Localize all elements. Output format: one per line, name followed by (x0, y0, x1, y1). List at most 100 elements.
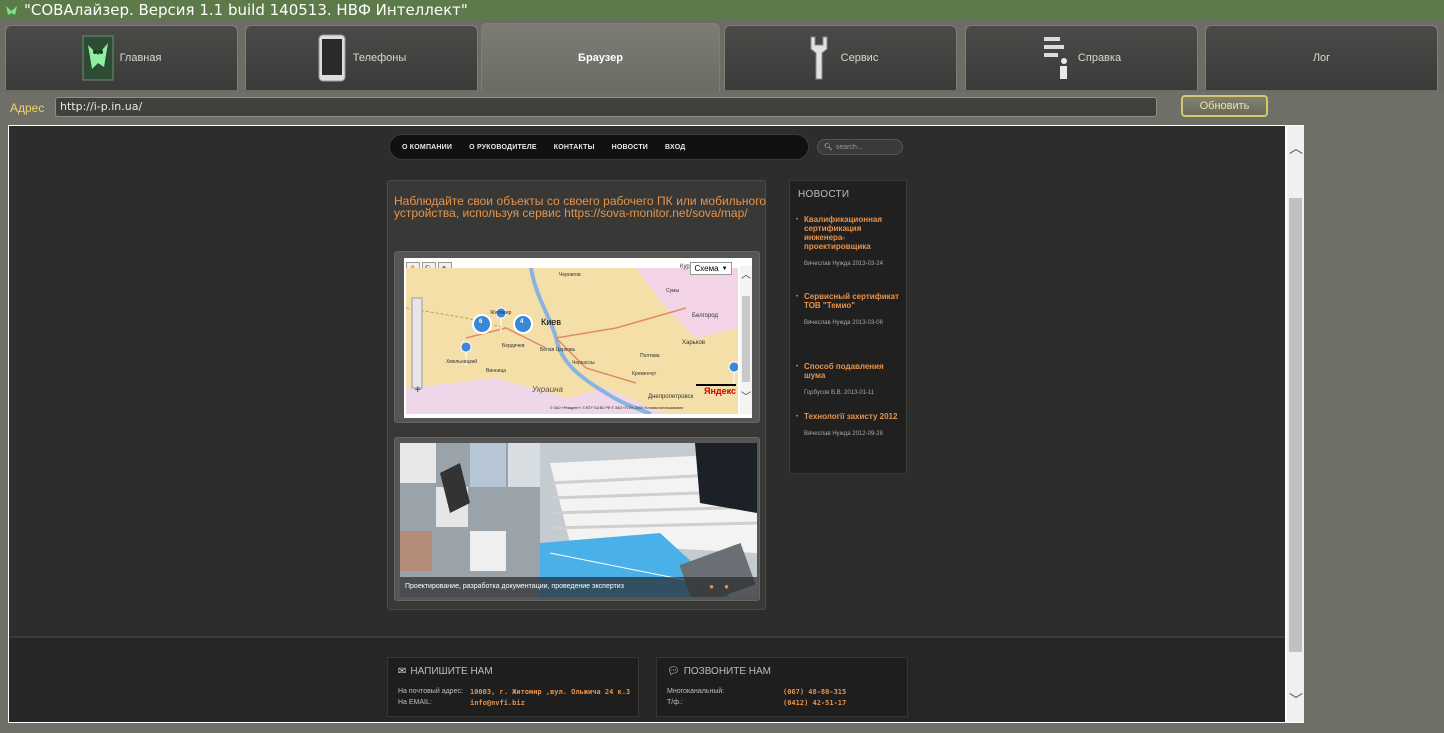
multichannel-value: (067) 48-80-315 (783, 688, 847, 696)
web-page: О КОМПАНИИ О РУКОВОДИТЕЛЕ КОНТАКТЫ НОВОС… (9, 126, 1285, 722)
help-icon (1043, 37, 1067, 79)
tab-phones[interactable]: Телефоны (245, 25, 478, 90)
news-item[interactable]: • Способ подавления шума Горбусов В.В. 2… (796, 362, 902, 398)
map-scrollbar[interactable]: ︿ ﹀ (740, 266, 752, 414)
call-us-box: 💬︎ ПОЗВОНИТЕ НАМ Многоканальный: (067) 4… (656, 657, 908, 717)
tab-phones-label: Телефоны (352, 52, 407, 64)
news-headline[interactable]: Сервисный сертификат ТОВ "Темио" (804, 292, 902, 310)
map-canvas[interactable]: ✋ 🔍︎ ✎ + (404, 258, 752, 418)
tab-service[interactable]: Сервис (724, 25, 957, 90)
map-city-poltava: Полтава (640, 353, 660, 359)
intro-text: Наблюдайте свои объекты со своего рабоче… (394, 194, 766, 220)
map-city-kremenchuk: Кременчуг (632, 371, 657, 377)
call-us-header: 💬︎ ПОЗВОНИТЕ НАМ (667, 666, 771, 677)
scroll-up-icon[interactable]: ︿ (1289, 140, 1303, 156)
map-city-belgorod: Белгород (692, 313, 719, 319)
tab-log-label: Лог (1312, 52, 1331, 64)
phone-icon (318, 34, 346, 82)
tab-home-label: Главная (119, 52, 162, 64)
address-bar: Адрес http://i-p.in.ua/ Обновить (0, 92, 1444, 122)
footer (9, 638, 1285, 722)
news-meta: Вячеслав Нужда 2013-03-24 (804, 261, 883, 267)
address-label: Адрес (10, 101, 45, 115)
slide-image[interactable]: Проектирование, разработка документации,… (400, 443, 757, 597)
postal-label: На почтовый адрес: (398, 688, 463, 695)
nav-login[interactable]: ВХОД (665, 144, 685, 151)
multichannel-label: Многоканальный: (667, 688, 725, 695)
news-item[interactable]: • Сервисный сертификат ТОВ "Темио" Вячес… (796, 292, 902, 328)
scroll-down-icon[interactable]: ﹀ (1289, 692, 1303, 708)
map-scroll-up-icon[interactable]: ︿ (740, 266, 752, 281)
scroll-thumb[interactable] (1289, 198, 1302, 652)
page-scrollbar[interactable]: ︿ ﹀ (1287, 126, 1304, 722)
title-bar: "СОВАлайзер. Версия 1.1 build 140513. НВ… (0, 0, 1444, 20)
slide-dots[interactable]: ● ● (709, 582, 733, 591)
map-city-chernihiv: Чернигов (559, 272, 581, 278)
speech-bubble-icon: 💬︎ (667, 666, 680, 677)
tab-help-label: Справка (1077, 52, 1122, 64)
news-item[interactable]: • Технології захисту 2012 Вячеслав Нужда… (796, 412, 902, 439)
marker-label-6: 6 (479, 319, 483, 325)
news-headline[interactable]: Технології захисту 2012 (804, 412, 902, 421)
news-title: НОВОСТИ (798, 189, 850, 200)
map-scroll-down-icon[interactable]: ﹀ (740, 388, 752, 403)
browser-viewport: О КОМПАНИИ О РУКОВОДИТЕЛЕ КОНТАКТЫ НОВОС… (8, 125, 1304, 723)
map-copyright: © ЗАО «Резидент», © ВТУ ГШ ВС РФ © ЗАО «… (550, 406, 683, 410)
map-city-cherkasy: Черкассы (572, 360, 595, 366)
chevron-down-icon: ▼ (721, 265, 728, 272)
address-input[interactable]: http://i-p.in.ua/ (55, 97, 1157, 117)
slide-caption: Проектирование, разработка документации,… (400, 577, 757, 597)
site-nav: О КОМПАНИИ О РУКОВОДИТЕЛЕ КОНТАКТЫ НОВОС… (389, 134, 809, 160)
email-label: На EMAIL: (398, 699, 432, 706)
map-city-khmelnytskyi: Хмельницкий (446, 359, 478, 365)
nav-director[interactable]: О РУКОВОДИТЕЛЕ (469, 144, 537, 151)
tab-help[interactable]: Справка (965, 25, 1198, 90)
email-value[interactable]: info@nvfi.biz (470, 699, 525, 707)
postal-value: 10003, г. Житомир ,вул. Ольжича 24 к.3 (470, 688, 631, 696)
tab-browser[interactable]: Браузер (481, 23, 720, 92)
fax-value: (0412) 42-51-17 (783, 699, 847, 707)
window-title: "СОВАлайзер. Версия 1.1 build 140513. НВ… (24, 1, 468, 19)
tab-bar: Главная Телефоны Браузер Сервис Справка … (0, 20, 1444, 92)
news-headline[interactable]: Квалификационная сертификация инженера-п… (804, 215, 902, 251)
write-us-header: ✉ НАПИШИТЕ НАМ (398, 666, 493, 677)
nav-news[interactable]: НОВОСТИ (612, 144, 648, 151)
site-search-input[interactable]: 🔍︎ search... (817, 139, 903, 155)
bullet-icon: • (796, 294, 799, 300)
map-country-ukraine: Украина (532, 385, 563, 394)
envelope-icon: ✉ (398, 666, 407, 677)
tab-browser-label: Браузер (578, 52, 623, 64)
bullet-icon: • (796, 364, 799, 370)
map-city-sumy: Сумы (666, 288, 680, 294)
map-city-kyiv: Киев (541, 317, 562, 327)
bullet-icon: • (796, 414, 799, 420)
tab-home[interactable]: Главная (5, 25, 238, 90)
owl-icon (82, 35, 114, 81)
map-city-kharkiv: Харьков (682, 340, 706, 346)
slide-picture (400, 443, 757, 597)
tab-log[interactable]: Лог (1205, 25, 1438, 90)
wrench-icon (810, 36, 828, 80)
nav-about[interactable]: О КОМПАНИИ (402, 144, 452, 151)
news-item[interactable]: • Квалификационная сертификация инженера… (796, 215, 902, 269)
search-placeholder: search... (835, 143, 863, 151)
tab-service-label: Сервис (840, 52, 879, 64)
marker-label-4: 4 (520, 319, 524, 325)
fax-label: Т/ф.: (667, 699, 683, 706)
map-widget: ✋ 🔍︎ ✎ + (394, 251, 760, 423)
map-scheme-dropdown[interactable]: Схема ▼ (690, 262, 732, 275)
search-icon: 🔍︎ (824, 144, 833, 151)
map-city-berdychiv: Бердичев (502, 343, 525, 349)
bullet-icon: • (796, 217, 799, 223)
map-scroll-thumb[interactable] (742, 296, 750, 382)
news-meta: Вячеслав Нужда 2013-03-06 (804, 320, 883, 326)
nav-contacts[interactable]: КОНТАКТЫ (554, 144, 595, 151)
write-us-box: ✉ НАПИШИТЕ НАМ На почтовый адрес: 10003,… (387, 657, 639, 717)
svg-text:+: + (414, 385, 422, 395)
map-city-vinnytsia: Винница (486, 368, 507, 374)
news-meta: Горбусов В.В. 2013-01-11 (804, 390, 875, 396)
news-headline[interactable]: Способ подавления шума (804, 362, 902, 380)
map-brand-logo: Яндекс (704, 386, 737, 396)
news-sidebar: НОВОСТИ • Квалификационная сертификация … (789, 180, 907, 474)
refresh-button[interactable]: Обновить (1181, 95, 1268, 117)
